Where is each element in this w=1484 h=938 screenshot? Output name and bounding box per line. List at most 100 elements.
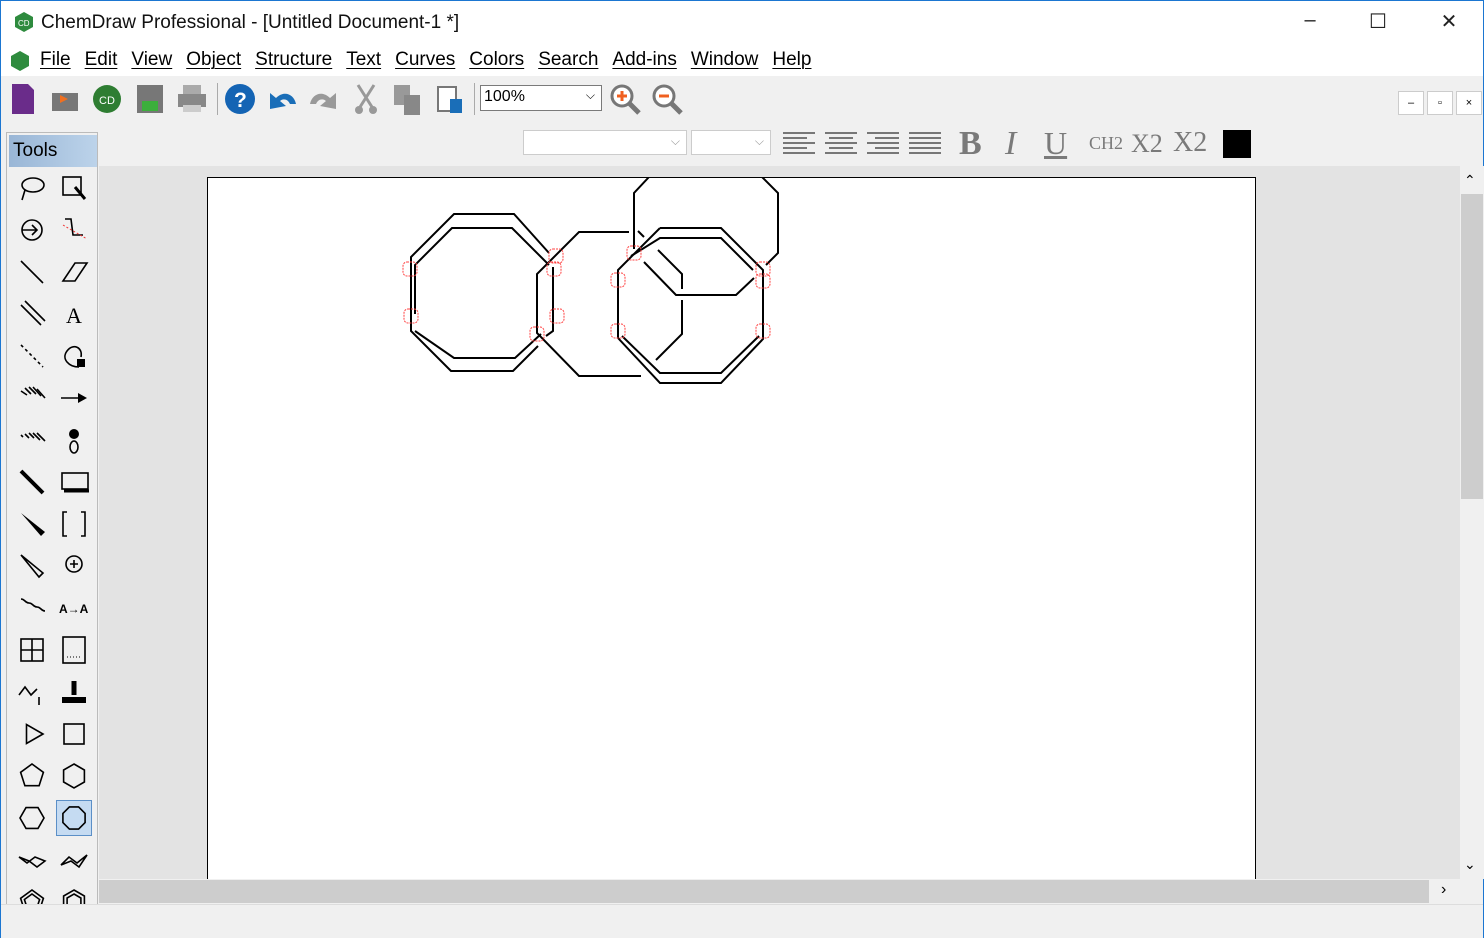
tool-brackets[interactable] [56, 506, 92, 542]
color-swatch[interactable] [1223, 130, 1251, 158]
copy-button[interactable] [390, 81, 426, 117]
tool-cyclopropane[interactable] [14, 716, 50, 752]
menu-colors[interactable]: Colors [469, 49, 524, 71]
tool-hashed-wedge-bond[interactable] [14, 422, 50, 458]
menu-add-ins[interactable]: Add-ins [612, 49, 676, 71]
tool-chair-cyclohexane-1[interactable] [14, 842, 50, 878]
scrollbar-thumb[interactable] [1461, 194, 1483, 499]
zoom-select[interactable]: 100% ⌵ [480, 85, 602, 111]
print-button[interactable] [174, 81, 210, 117]
tool-cycloheptane[interactable] [14, 800, 50, 836]
menu-help[interactable]: Help [772, 49, 811, 71]
bold-button[interactable]: B [959, 125, 982, 163]
paste-button[interactable] [432, 81, 468, 117]
tool-orbital[interactable] [56, 422, 92, 458]
tool-cyclopentane[interactable] [14, 758, 50, 794]
font-size-select[interactable]: ⌵ [691, 130, 771, 155]
alignment-buttons[interactable] [781, 127, 946, 159]
scroll-down-icon[interactable]: ⌄ [1464, 856, 1476, 873]
chemdraw-cloud-button[interactable]: CD [90, 81, 126, 117]
tool-cyclobutane[interactable] [56, 716, 92, 752]
chemdraw-logo-icon: CD [15, 12, 33, 32]
save-button[interactable] [132, 81, 168, 117]
tool-tlc-plate[interactable] [56, 632, 92, 668]
menu-window[interactable]: Window [691, 49, 759, 71]
font-select[interactable]: ⌵ [523, 130, 687, 155]
tool-template-stamp[interactable] [56, 674, 92, 710]
zoom-out-icon[interactable] [650, 82, 684, 116]
menu-search[interactable]: Search [538, 49, 598, 71]
menu-file[interactable]: File [40, 49, 71, 71]
tool-bold-bond[interactable] [14, 464, 50, 500]
chair-cyclohexane-1-icon [18, 856, 47, 868]
tool-chair-cyclohexane-2[interactable] [56, 842, 92, 878]
hashed-wedge-bond-icon [20, 432, 46, 442]
mdi-close-button[interactable]: × [1456, 91, 1482, 115]
cut-button[interactable] [348, 81, 384, 117]
formula-button[interactable]: CH2 [1089, 133, 1123, 154]
drawing[interactable] [207, 177, 1256, 879]
tool-mass-fragmentation[interactable] [14, 674, 50, 710]
help-button[interactable]: ? [222, 81, 258, 117]
tool-marquee[interactable] [56, 170, 92, 206]
mdi-minimize-button[interactable]: – [1398, 91, 1424, 115]
tool-atom-mapping[interactable]: A→A [56, 590, 92, 626]
menu-curves[interactable]: Curves [395, 49, 455, 71]
mdi-restore-button[interactable]: ▫ [1427, 91, 1453, 115]
scroll-right-icon[interactable]: › [1441, 881, 1446, 899]
redo-button[interactable] [306, 81, 342, 117]
tool-wavy-bond[interactable] [14, 590, 50, 626]
tool-structure-perspective[interactable] [14, 212, 50, 248]
open-button[interactable] [48, 81, 84, 117]
subscript-button[interactable]: X2 [1131, 129, 1163, 159]
tools-header: Tools [9, 135, 97, 167]
chevron-down-icon: ⌵ [670, 134, 680, 148]
menu-view[interactable]: View [131, 49, 172, 71]
separator [217, 83, 218, 115]
maximize-button[interactable]: ☐ [1355, 9, 1401, 37]
tool-wedge-bond[interactable] [14, 506, 50, 542]
align-right-icon [867, 132, 899, 154]
canvas-area[interactable] [99, 166, 1461, 879]
close-button[interactable]: ✕ [1426, 9, 1472, 37]
paste-icon [437, 86, 462, 113]
menu-edit[interactable]: Edit [85, 49, 118, 71]
octagon-icon [62, 806, 86, 830]
new-document-button[interactable] [6, 81, 42, 117]
tool-table[interactable] [14, 632, 50, 668]
tool-hashed-bond[interactable] [14, 380, 50, 416]
tool-text[interactable]: A [56, 296, 92, 332]
tool-octagon[interactable] [56, 800, 92, 836]
tool-dashed-bond[interactable] [14, 338, 50, 374]
tool-lasso[interactable] [14, 170, 50, 206]
document-page[interactable] [207, 177, 1256, 879]
cyclobutane-icon [63, 723, 85, 745]
hollow-wedge-bond-icon [20, 554, 45, 579]
tool-cyclohexane[interactable] [56, 758, 92, 794]
undo-button[interactable] [264, 81, 300, 117]
menu-object[interactable]: Object [186, 49, 241, 71]
tool-hollow-wedge-bond[interactable] [14, 548, 50, 584]
svg-text:CD: CD [99, 95, 115, 107]
tool-pen[interactable] [56, 338, 92, 374]
horizontal-scrollbar[interactable]: › [99, 879, 1461, 904]
scrollbar-thumb[interactable] [99, 880, 1429, 903]
tool-drawing-elements[interactable] [56, 464, 92, 500]
menu-structure[interactable]: Structure [255, 49, 332, 71]
superscript-button[interactable]: X2 [1173, 127, 1207, 159]
tool-double-bond[interactable] [14, 296, 50, 332]
tool-solid-bond[interactable] [14, 254, 50, 290]
tool-arrow[interactable] [56, 380, 92, 416]
zoom-in-icon[interactable] [608, 82, 642, 116]
tool-acyclic-chain[interactable] [56, 212, 92, 248]
cut-icon [355, 84, 377, 114]
structure[interactable] [410, 177, 779, 384]
scroll-up-icon[interactable]: ⌃ [1464, 172, 1476, 189]
tool-chemical-symbols[interactable] [56, 548, 92, 584]
vertical-scrollbar[interactable]: ⌃ ⌄ [1460, 166, 1484, 879]
minimize-button[interactable]: – [1287, 9, 1333, 37]
tool-eraser[interactable] [56, 254, 92, 290]
italic-button[interactable]: I [1005, 125, 1016, 163]
underline-button[interactable]: U [1044, 125, 1067, 162]
menu-text[interactable]: Text [346, 49, 381, 71]
